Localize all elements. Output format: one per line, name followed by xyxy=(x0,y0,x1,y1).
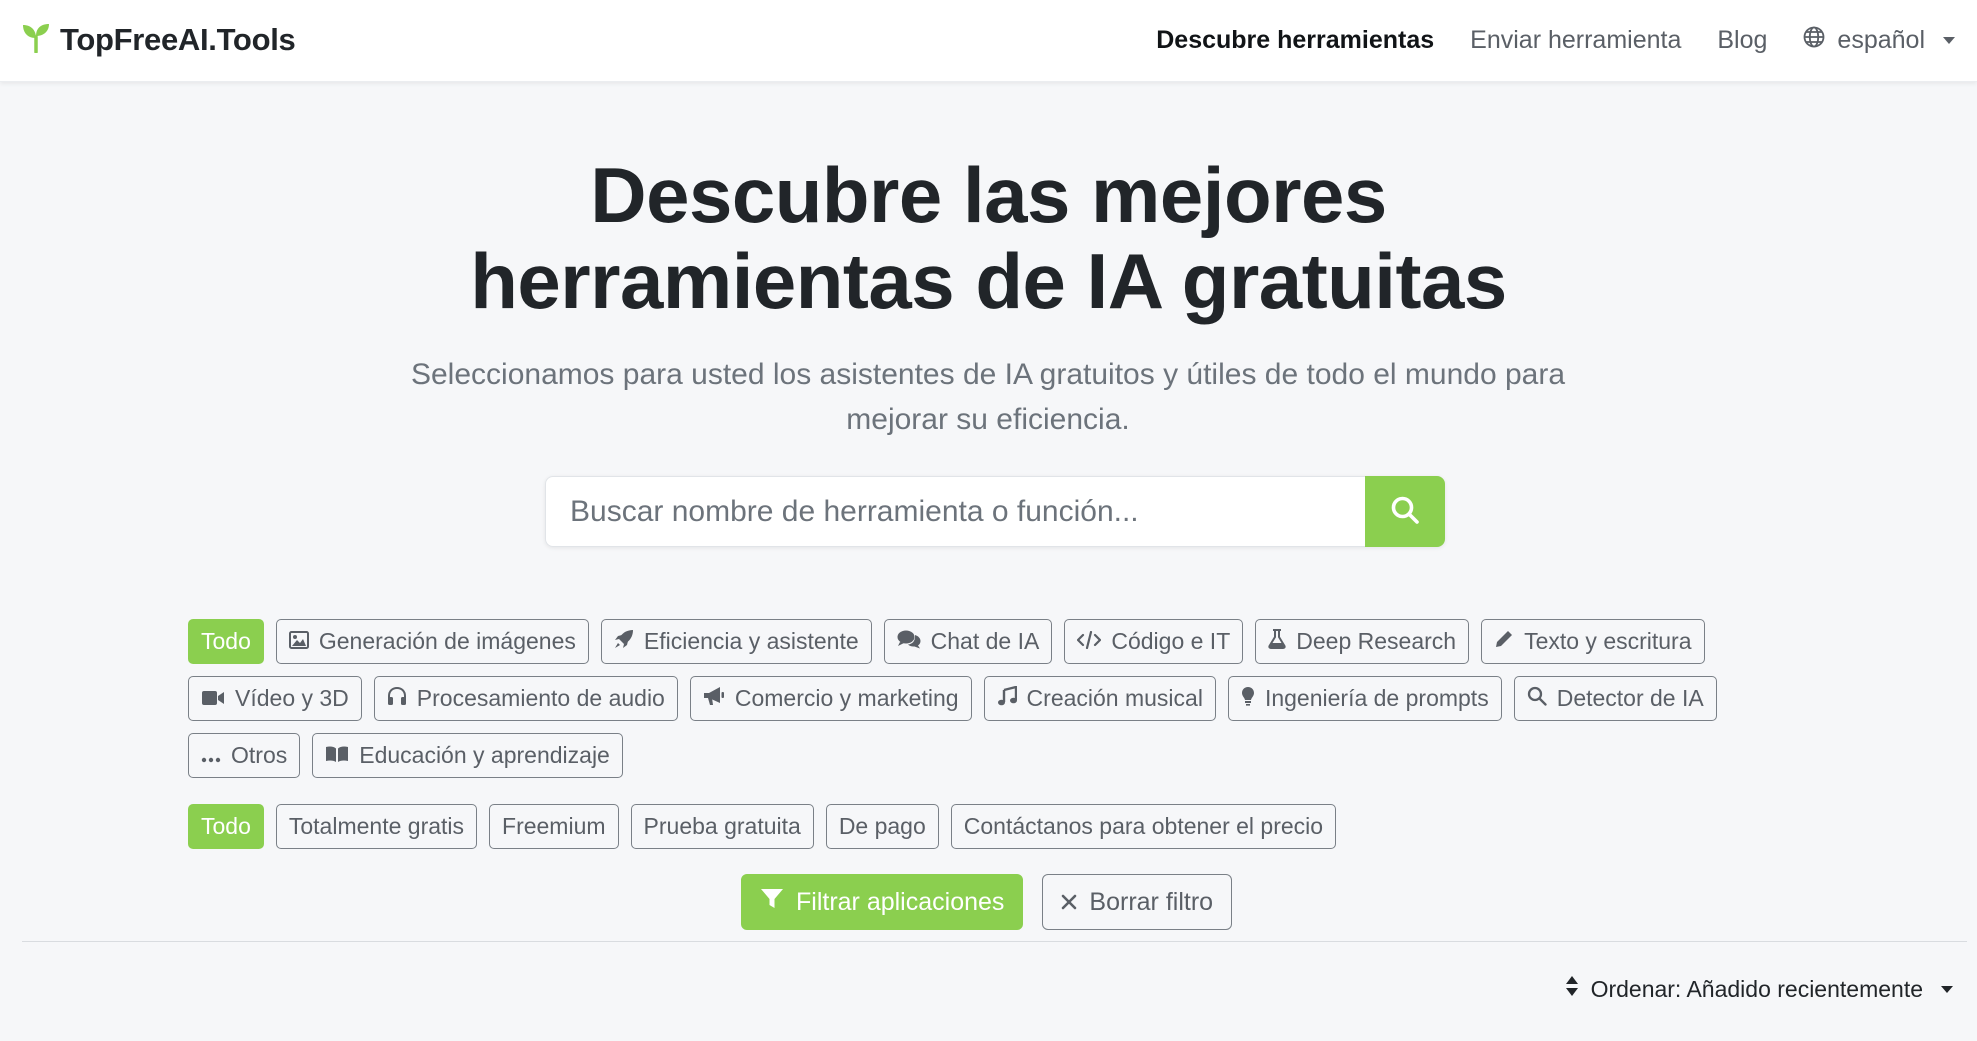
pencil-icon xyxy=(1494,628,1514,655)
book-icon xyxy=(325,742,349,769)
close-icon xyxy=(1061,888,1077,917)
video-icon xyxy=(201,685,225,712)
category-chip-marketing[interactable]: Comercio y marketing xyxy=(689,676,972,721)
language-dropdown[interactable]: español xyxy=(1803,26,1955,55)
code-icon xyxy=(1077,628,1102,655)
rocket-icon xyxy=(614,628,634,655)
category-chip-image-generation[interactable]: Generación de imágenes xyxy=(275,619,589,664)
category-chip-all[interactable]: Todo xyxy=(188,619,264,664)
chip-label: Creación musical xyxy=(1026,685,1203,711)
page-subtitle: Seleccionamos para usted los asistentes … xyxy=(410,358,1566,436)
comments-icon xyxy=(897,628,921,655)
category-chip-education[interactable]: Educación y aprendizaje xyxy=(312,733,623,778)
flask-icon xyxy=(1268,628,1286,655)
pricing-chip-freemium[interactable]: Freemium xyxy=(489,804,619,849)
pricing-chip-all[interactable]: Todo xyxy=(188,804,264,849)
pricing-chip-free[interactable]: Totalmente gratis xyxy=(275,804,478,849)
search-icon xyxy=(1390,495,1420,528)
category-chip-code[interactable]: Código e IT xyxy=(1064,619,1244,664)
music-icon xyxy=(997,685,1017,712)
image-icon xyxy=(288,628,309,655)
category-chip-music[interactable]: Creación musical xyxy=(983,676,1216,721)
category-chip-ai-detector[interactable]: Detector de IA xyxy=(1513,676,1717,721)
nav-submit-tool[interactable]: Enviar herramienta xyxy=(1470,26,1681,55)
language-label: español xyxy=(1837,25,1925,54)
page-title: Descubre las mejores herramientas de IA … xyxy=(0,152,1977,324)
category-chip-efficiency[interactable]: Eficiencia y asistente xyxy=(600,619,872,664)
chip-label: Código e IT xyxy=(1111,628,1231,654)
chip-label: Texto y escritura xyxy=(1524,628,1692,654)
category-chip-deep-research[interactable]: Deep Research xyxy=(1255,619,1470,664)
clear-filter-button[interactable]: Borrar filtro xyxy=(1042,874,1233,930)
headphones-icon xyxy=(387,685,407,712)
category-chip-text-writing[interactable]: Texto y escritura xyxy=(1481,619,1705,664)
category-filter: Todo Generación de imágenes Eficiencia y… xyxy=(188,619,1788,778)
ellipsis-icon xyxy=(201,742,221,769)
filter-apps-button[interactable]: Filtrar aplicaciones xyxy=(741,874,1024,930)
search-input[interactable] xyxy=(545,476,1365,547)
chip-label: Educación y aprendizaje xyxy=(359,742,610,768)
chip-label: Detector de IA xyxy=(1556,685,1704,711)
search-icon xyxy=(1527,685,1547,712)
chip-label: Otros xyxy=(231,742,288,768)
top-navbar: TopFreeAI.Tools Descubre herramientas En… xyxy=(0,0,1977,82)
category-chip-ai-chat[interactable]: Chat de IA xyxy=(883,619,1053,664)
filter-icon xyxy=(760,888,784,917)
chip-label: Deep Research xyxy=(1296,628,1457,654)
category-chip-audio[interactable]: Procesamiento de audio xyxy=(373,676,678,721)
lightbulb-icon xyxy=(1241,685,1255,712)
page-title-line1: Descubre las mejores xyxy=(590,151,1387,239)
nav-blog[interactable]: Blog xyxy=(1717,26,1767,55)
sort-icon xyxy=(1565,975,1579,1003)
pricing-filter: Todo Totalmente gratis Freemium Prueba g… xyxy=(188,804,1337,849)
sort-dropdown[interactable]: Ordenar: Añadido recientemente xyxy=(1565,972,1953,1006)
filter-actions: Filtrar aplicaciones Borrar filtro xyxy=(741,874,1233,930)
chevron-down-icon xyxy=(1941,985,1953,993)
chip-label: Chat de IA xyxy=(930,628,1040,654)
category-chip-others[interactable]: Otros xyxy=(188,733,301,778)
brand-logo-link[interactable]: TopFreeAI.Tools xyxy=(22,18,296,62)
search-button[interactable] xyxy=(1365,476,1445,547)
chip-label: Vídeo y 3D xyxy=(235,685,349,711)
chevron-down-icon xyxy=(1943,36,1955,44)
search-bar xyxy=(545,476,1445,547)
megaphone-icon xyxy=(703,685,725,712)
page-title-line2: herramientas de IA gratuitas xyxy=(470,237,1507,325)
chip-label: Comercio y marketing xyxy=(734,685,959,711)
clear-filter-label: Borrar filtro xyxy=(1089,887,1214,916)
chip-label: Eficiencia y asistente xyxy=(643,628,859,654)
chip-label: Todo xyxy=(201,628,251,654)
pricing-chip-paid[interactable]: De pago xyxy=(825,804,939,849)
globe-icon xyxy=(1803,26,1825,55)
nav-links: Descubre herramientas Enviar herramienta… xyxy=(1156,18,1955,62)
chip-label: Ingeniería de prompts xyxy=(1264,685,1489,711)
pricing-chip-contact[interactable]: Contáctanos para obtener el precio xyxy=(950,804,1337,849)
nav-discover[interactable]: Descubre herramientas xyxy=(1156,26,1434,55)
pricing-chip-free-trial[interactable]: Prueba gratuita xyxy=(630,804,814,849)
filter-apps-label: Filtrar aplicaciones xyxy=(796,887,1005,916)
category-chip-prompt-engineering[interactable]: Ingeniería de prompts xyxy=(1227,676,1502,721)
sort-label: Ordenar: Añadido recientemente xyxy=(1590,975,1923,1002)
brand-name: TopFreeAI.Tools xyxy=(60,22,296,57)
chip-label: Generación de imágenes xyxy=(318,628,576,654)
sprout-icon xyxy=(22,23,50,58)
chip-label: Procesamiento de audio xyxy=(416,685,665,711)
category-chip-video-3d[interactable]: Vídeo y 3D xyxy=(188,676,362,721)
section-divider xyxy=(22,941,1967,942)
